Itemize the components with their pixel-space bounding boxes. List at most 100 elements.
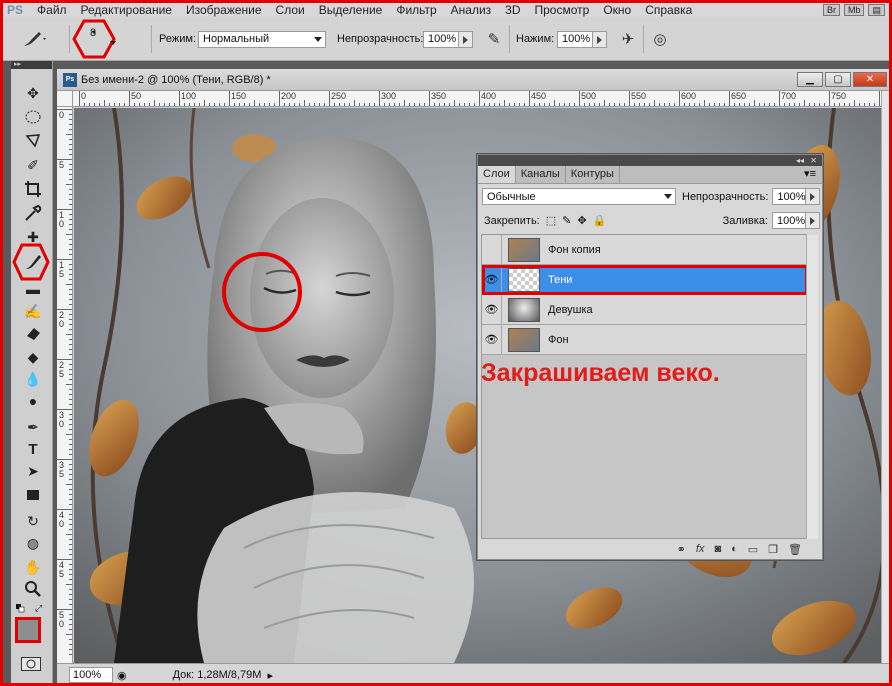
minibridge-button[interactable]: Mb [843, 4, 865, 16]
arrange-docs-icon[interactable]: ▤ [868, 4, 885, 16]
ruler-label: 150 [231, 91, 247, 101]
foreground-color-swatch[interactable] [15, 617, 41, 643]
layer-opacity-stepper[interactable] [806, 188, 821, 205]
3d-camera-icon[interactable]: ◍ [23, 533, 43, 553]
layers-scrollbar[interactable] [806, 235, 818, 539]
shape-tool-icon[interactable] [23, 485, 43, 505]
menu-filter[interactable]: Фильтр [396, 3, 436, 17]
quick-select-tool-icon[interactable]: ✐ [23, 155, 43, 175]
bridge-button[interactable]: Br [822, 4, 840, 16]
tablet-size-icon[interactable]: ◎ [649, 28, 671, 50]
menu-layers[interactable]: Слои [276, 3, 305, 17]
brush-size-picker[interactable] [72, 17, 118, 61]
dodge-tool-icon[interactable]: ● [23, 391, 43, 411]
status-menu-icon[interactable]: ◉ [117, 669, 127, 682]
eyedropper-tool-icon[interactable] [23, 203, 43, 223]
menu-select[interactable]: Выделение [319, 3, 383, 17]
bucket-tool-icon[interactable]: ◆ [23, 347, 43, 367]
brush-tool-icon[interactable] [23, 252, 43, 272]
zoom-field[interactable]: 100% [69, 667, 113, 683]
blur-tool-icon[interactable]: 💧 [23, 369, 43, 389]
menu-view[interactable]: Просмотр [535, 3, 590, 17]
tab-channels[interactable]: Каналы [516, 166, 566, 183]
minimize-button[interactable]: ▁ [797, 72, 823, 87]
tablet-opacity-icon[interactable]: ✎ [483, 28, 505, 50]
link-icon[interactable]: ⚭ [677, 543, 686, 556]
zoom-tool-icon[interactable] [23, 579, 43, 599]
stamp-tool-icon[interactable]: ▬ [23, 279, 43, 299]
ruler-minor-tick [564, 103, 565, 106]
trash-icon[interactable]: 🗑 [788, 543, 802, 556]
marquee-tool-icon[interactable] [23, 107, 43, 127]
document-tab[interactable]: Ps Без имени-2 @ 100% (Тени, RGB/8) * ▁ … [57, 69, 889, 91]
crop-tool-icon[interactable] [23, 179, 43, 199]
lock-all-icon[interactable]: 🔒 [593, 214, 607, 227]
move-tool-icon[interactable]: ✥ [23, 83, 43, 103]
menu-edit[interactable]: Редактирование [81, 3, 172, 17]
panel-menu-icon[interactable]: ▾≡ [804, 166, 822, 183]
quick-mask-icon[interactable] [21, 657, 41, 671]
layer-opacity-input[interactable]: 100% [772, 188, 807, 205]
hand-tool-icon[interactable]: ✋ [23, 557, 43, 577]
layer-row-teni[interactable]: 👁 Тени [482, 264, 808, 295]
lock-pixels-icon[interactable]: ✎ [562, 214, 571, 227]
flow-stepper[interactable] [593, 30, 607, 48]
layer-row-fon[interactable]: 👁 Фон [482, 324, 808, 355]
folder-icon[interactable]: ▭ [748, 543, 758, 556]
adjustment-icon[interactable]: ◐ [731, 543, 738, 555]
history-brush-icon[interactable]: ✍ [23, 301, 43, 321]
3d-rotate-icon[interactable]: ↻ [23, 511, 43, 531]
visibility-toggle[interactable]: 👁 [482, 264, 502, 295]
menu-window[interactable]: Окно [603, 3, 631, 17]
visibility-toggle[interactable] [482, 234, 502, 265]
path-select-tool-icon[interactable]: ➤ [23, 461, 43, 481]
opacity-stepper[interactable] [459, 30, 473, 48]
panel-collapse-icon[interactable]: ◂◂ [796, 156, 804, 165]
flow-input[interactable]: 100% [557, 30, 593, 48]
horizontal-ruler[interactable]: 0 50 100 150 200 250 300 350 400 450 500 550 600 650 7… [73, 91, 881, 107]
close-button[interactable]: ✕ [853, 72, 887, 87]
tab-layers[interactable]: Слои [478, 166, 516, 183]
layer-blend-dropdown[interactable]: Обычные [482, 188, 676, 205]
new-layer-icon[interactable]: ❐ [768, 543, 778, 556]
lock-transparent-icon[interactable]: ⬚ [546, 214, 556, 227]
menu-analysis[interactable]: Анализ [451, 3, 492, 17]
ruler-label: 1 0 [59, 210, 65, 229]
visibility-toggle[interactable]: 👁 [482, 324, 502, 355]
panel-collapse-icon[interactable]: ▸▸ [11, 61, 52, 69]
tab-paths[interactable]: Контуры [566, 166, 620, 183]
mask-icon[interactable]: ◙ [714, 543, 721, 555]
vertical-ruler[interactable]: 0 5 1 0 1 5 2 0 2 5 3 0 3 5 4 0 4 5 5 0 [57, 107, 73, 663]
fx-icon[interactable]: fx [696, 543, 705, 555]
visibility-toggle[interactable]: 👁 [482, 294, 502, 325]
swap-colors-icon[interactable]: ⤢ [35, 603, 42, 614]
layer-row-devushka[interactable]: 👁 Девушка [482, 294, 808, 325]
ruler-minor-tick [69, 214, 72, 215]
airbrush-icon[interactable]: ✈ [617, 28, 639, 50]
menu-3d[interactable]: 3D [505, 3, 520, 17]
blend-mode-dropdown[interactable]: Нормальный [198, 30, 326, 48]
menu-help[interactable]: Справка [645, 3, 692, 17]
panel-close-icon[interactable]: ✕ [810, 156, 817, 165]
lasso-tool-icon[interactable] [23, 131, 43, 151]
default-colors-icon[interactable] [16, 604, 25, 613]
ruler-minor-tick [69, 129, 72, 130]
eraser-tool-icon[interactable] [23, 323, 43, 343]
fill-stepper[interactable] [806, 212, 820, 229]
status-arrow-icon[interactable]: ▸ [267, 669, 273, 682]
maximize-button[interactable]: ▢ [825, 72, 851, 87]
vertical-scrollbar[interactable] [881, 91, 889, 663]
menu-file[interactable]: Файл [37, 3, 67, 17]
type-tool-icon[interactable]: T [23, 439, 43, 459]
menu-image[interactable]: Изображение [186, 3, 262, 17]
brush-preset-icon[interactable] [21, 17, 47, 61]
layer-row-fon-kopiya[interactable]: Фон копия [482, 234, 808, 265]
ruler-origin[interactable] [57, 91, 73, 107]
opacity-label: Непрозрачность: [337, 33, 424, 45]
fill-input[interactable]: 100% [772, 212, 806, 229]
ruler-minor-tick [239, 103, 240, 106]
pen-tool-icon[interactable]: ✒ [23, 417, 43, 437]
ruler-minor-tick [69, 619, 72, 620]
lock-position-icon[interactable]: ✥ [577, 214, 586, 227]
opacity-input[interactable]: 100% [423, 30, 459, 48]
